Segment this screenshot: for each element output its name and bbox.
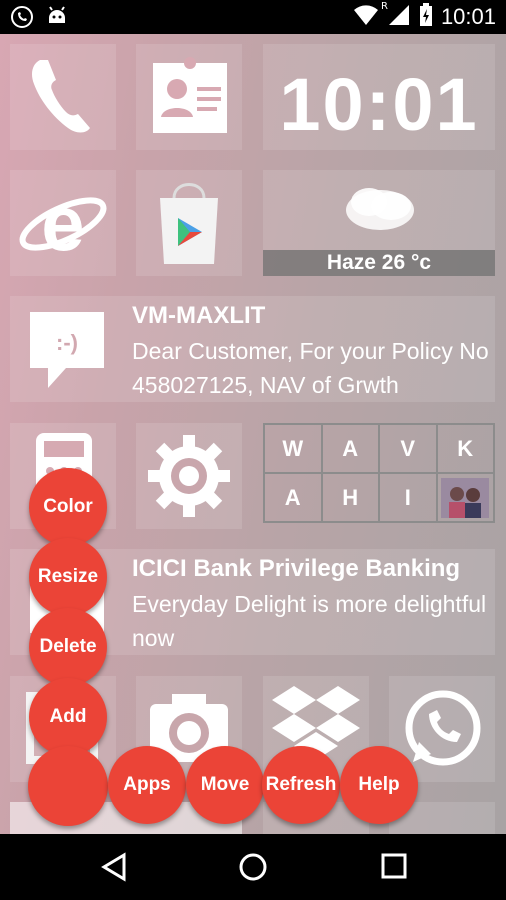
haze-cloud-icon xyxy=(346,188,414,230)
message-sender: ICICI Bank Privilege Banking xyxy=(132,555,461,582)
phone-tile[interactable] xyxy=(10,44,116,150)
message-sender: VM-MAXLIT xyxy=(132,302,266,329)
home-icon[interactable] xyxy=(238,852,268,886)
resize-button[interactable]: Resize xyxy=(29,538,107,616)
play-store-tile[interactable] xyxy=(136,170,242,276)
letter-cell[interactable]: I xyxy=(379,473,437,522)
contact-photo-image xyxy=(441,477,490,518)
battery-charging-icon xyxy=(419,3,433,31)
svg-text:e: e xyxy=(41,179,84,267)
status-bar: R 10:01 xyxy=(0,0,506,34)
letter-cell[interactable]: V xyxy=(379,424,437,473)
menu-toggle-button[interactable] xyxy=(28,746,108,826)
wifi-icon xyxy=(353,4,379,30)
svg-text::-): :-) xyxy=(56,330,78,355)
contacts-card-icon xyxy=(153,57,227,133)
apps-button[interactable]: Apps xyxy=(108,746,186,824)
weather-tile[interactable]: Haze 26 °c xyxy=(263,170,495,276)
cell-signal-icon: R xyxy=(381,1,411,31)
letter-cell[interactable]: A xyxy=(264,473,322,522)
letter-cell[interactable]: A xyxy=(321,424,379,473)
home-screen: 10:01 e Haze 26 °c :-) VM-MAXLIT Dear Cu… xyxy=(0,34,506,834)
contacts-tile[interactable] xyxy=(136,44,242,150)
move-button[interactable]: Move xyxy=(186,746,264,824)
message-tile-1[interactable]: :-) VM-MAXLIT Dear Customer, For your Po… xyxy=(10,296,495,402)
internet-explorer-tile[interactable]: e xyxy=(10,170,116,276)
phone-icon xyxy=(32,60,90,133)
back-icon[interactable] xyxy=(100,852,128,886)
message-preview: Dear Customer, For your Policy No 458027… xyxy=(132,338,489,398)
letter-cell[interactable]: W xyxy=(264,424,322,473)
roaming-badge: R xyxy=(380,1,388,12)
message-smiley-icon: :-) xyxy=(30,312,104,388)
recents-icon[interactable] xyxy=(380,852,408,884)
contact-photo[interactable] xyxy=(436,473,494,522)
help-button[interactable]: Help xyxy=(340,746,418,824)
clock-tile[interactable]: 10:01 xyxy=(263,44,495,150)
navigation-bar xyxy=(0,834,506,900)
gear-icon xyxy=(148,435,230,517)
whatsapp-icon xyxy=(405,690,481,766)
notification-icons xyxy=(10,5,68,33)
status-time: 10:01 xyxy=(440,4,496,29)
refresh-button[interactable]: Refresh xyxy=(262,746,340,824)
settings-tile[interactable] xyxy=(136,423,242,529)
android-robot-icon xyxy=(46,5,68,33)
color-button[interactable]: Color xyxy=(29,468,107,546)
add-button[interactable]: Add xyxy=(29,678,107,756)
message-preview: Everyday Delight is more delightful now xyxy=(132,591,487,651)
letter-cell[interactable]: H xyxy=(321,473,379,522)
internet-explorer-icon: e xyxy=(19,179,107,267)
contacts-letter-grid: W A V K A H I xyxy=(263,423,495,523)
weather-label: Haze 26 °c xyxy=(263,250,495,276)
delete-button[interactable]: Delete xyxy=(29,608,107,686)
letter-cell[interactable]: K xyxy=(436,424,494,473)
whatsapp-notification-icon xyxy=(10,5,34,33)
play-store-bag-icon xyxy=(160,183,218,264)
clock-time: 10:01 xyxy=(279,63,479,146)
